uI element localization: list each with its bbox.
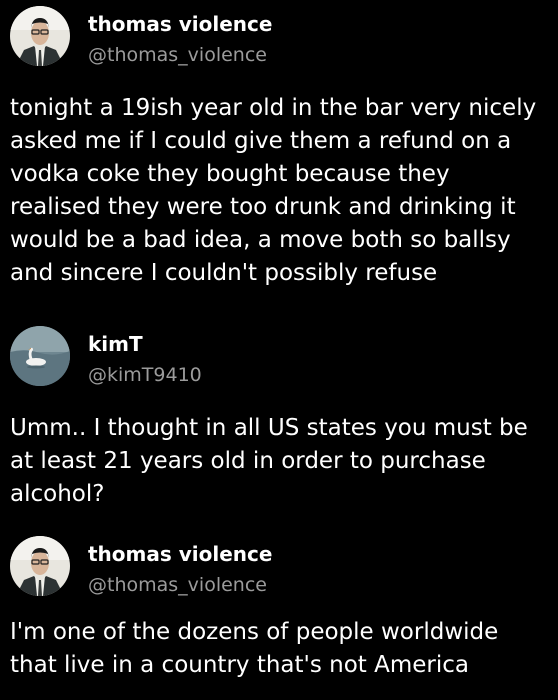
author-handle[interactable]: @kimT9410: [88, 364, 202, 386]
post-text: I'm one of the dozens of people worldwid…: [10, 616, 550, 682]
post-text-line: Umm.. I thought in all US states you mus…: [10, 415, 528, 441]
post-text-line: I'm one of the dozens of people worldwid…: [10, 619, 499, 645]
author-handle[interactable]: @thomas_violence: [88, 574, 267, 596]
post-text-line: realised they were too drunk and drinkin…: [10, 194, 516, 220]
swan-on-water-avatar-icon[interactable]: [10, 326, 70, 386]
post-text: tonight a 19ish year old in the bar very…: [10, 92, 550, 290]
post-text-line: at least 21 years old in order to purcha…: [10, 448, 486, 474]
man-in-suit-avatar-icon[interactable]: [10, 536, 70, 596]
author-name[interactable]: thomas violence: [88, 542, 272, 566]
post-header: thomas violence @thomas_violence: [10, 536, 550, 596]
post-header: kimT @kimT9410: [10, 326, 550, 386]
man-in-suit-avatar-icon[interactable]: [10, 6, 70, 66]
post-text-line: asked me if I could give them a refund o…: [10, 128, 512, 154]
author-name[interactable]: kimT: [88, 332, 143, 356]
post-text-line: and sincere I couldn't possibly refuse: [10, 260, 438, 286]
post-header: thomas violence @thomas_violence: [10, 6, 550, 66]
author-name[interactable]: thomas violence: [88, 12, 272, 36]
post-text-line: tonight a 19ish year old in the bar very…: [10, 95, 537, 121]
post-text-line: vodka coke they bought because they: [10, 161, 450, 187]
author-handle[interactable]: @thomas_violence: [88, 44, 267, 66]
post-text-line: that live in a country that's not Americ…: [10, 652, 470, 678]
post-text-line: alcohol?: [10, 481, 105, 507]
post-text: Umm.. I thought in all US states you mus…: [10, 412, 550, 511]
post-text-line: would be a bad idea, a move both so ball…: [10, 227, 511, 253]
